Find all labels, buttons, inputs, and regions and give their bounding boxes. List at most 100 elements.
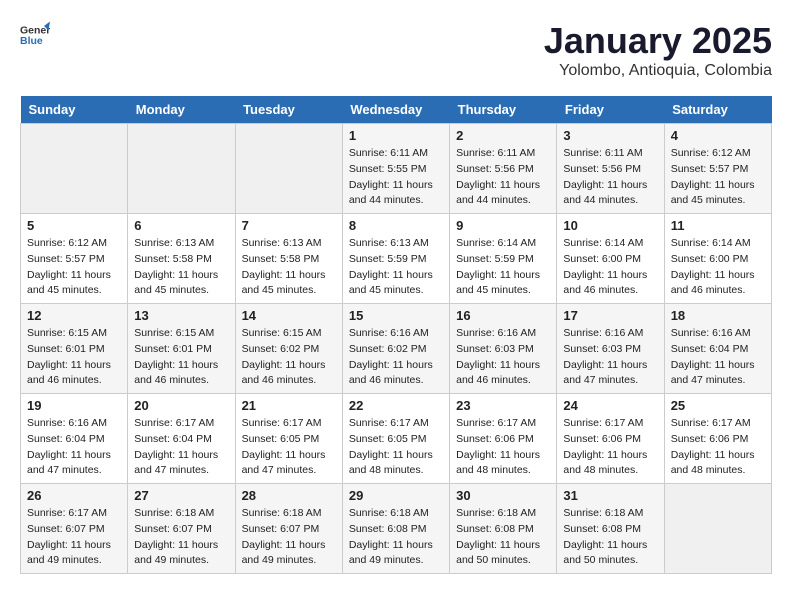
sunrise-text: Sunrise: 6:18 AM [134,507,214,519]
sunrise-text: Sunrise: 6:17 AM [27,507,107,519]
day-number: 28 [242,488,336,503]
day-info: Sunrise: 6:12 AM Sunset: 5:57 PM Dayligh… [27,236,121,299]
day-info: Sunrise: 6:18 AM Sunset: 6:08 PM Dayligh… [563,506,657,569]
daylight-text: Daylight: 11 hours and 48 minutes. [563,449,647,477]
logo-icon: General Blue [20,20,50,50]
table-row [21,124,128,214]
sunrise-text: Sunrise: 6:16 AM [349,327,429,339]
daylight-text: Daylight: 11 hours and 44 minutes. [456,179,540,207]
table-row: 17 Sunrise: 6:16 AM Sunset: 6:03 PM Dayl… [557,304,664,394]
page-header: General Blue January 2025 Yolombo, Antio… [20,20,772,80]
table-row: 12 Sunrise: 6:15 AM Sunset: 6:01 PM Dayl… [21,304,128,394]
sunset-text: Sunset: 5:59 PM [349,253,427,265]
sunrise-text: Sunrise: 6:11 AM [349,147,428,159]
day-number: 27 [134,488,228,503]
table-row: 2 Sunrise: 6:11 AM Sunset: 5:56 PM Dayli… [450,124,557,214]
day-info: Sunrise: 6:14 AM Sunset: 5:59 PM Dayligh… [456,236,550,299]
sunrise-text: Sunrise: 6:16 AM [563,327,643,339]
day-info: Sunrise: 6:17 AM Sunset: 6:06 PM Dayligh… [671,416,765,479]
sunset-text: Sunset: 6:07 PM [27,523,105,535]
header-friday: Friday [557,96,664,124]
daylight-text: Daylight: 11 hours and 49 minutes. [242,539,326,567]
calendar-title: January 2025 [544,20,772,62]
sunset-text: Sunset: 5:57 PM [27,253,105,265]
day-number: 30 [456,488,550,503]
sunrise-text: Sunrise: 6:17 AM [242,417,322,429]
day-number: 26 [27,488,121,503]
header-saturday: Saturday [664,96,771,124]
day-number: 23 [456,398,550,413]
sunset-text: Sunset: 6:03 PM [456,343,534,355]
sunset-text: Sunset: 6:05 PM [242,433,320,445]
day-number: 29 [349,488,443,503]
day-info: Sunrise: 6:17 AM Sunset: 6:07 PM Dayligh… [27,506,121,569]
table-row: 25 Sunrise: 6:17 AM Sunset: 6:06 PM Dayl… [664,394,771,484]
sunrise-text: Sunrise: 6:17 AM [563,417,643,429]
sunrise-text: Sunrise: 6:13 AM [134,237,214,249]
day-number: 4 [671,128,765,143]
header-tuesday: Tuesday [235,96,342,124]
calendar-subtitle: Yolombo, Antioquia, Colombia [544,62,772,80]
day-info: Sunrise: 6:13 AM Sunset: 5:58 PM Dayligh… [242,236,336,299]
sunrise-text: Sunrise: 6:15 AM [242,327,322,339]
sunrise-text: Sunrise: 6:18 AM [456,507,536,519]
day-info: Sunrise: 6:11 AM Sunset: 5:56 PM Dayligh… [563,146,657,209]
sunset-text: Sunset: 5:56 PM [456,163,534,175]
day-number: 13 [134,308,228,323]
day-info: Sunrise: 6:14 AM Sunset: 6:00 PM Dayligh… [671,236,765,299]
day-info: Sunrise: 6:17 AM Sunset: 6:06 PM Dayligh… [456,416,550,479]
daylight-text: Daylight: 11 hours and 46 minutes. [134,359,218,387]
table-row: 29 Sunrise: 6:18 AM Sunset: 6:08 PM Dayl… [342,484,449,574]
sunrise-text: Sunrise: 6:18 AM [563,507,643,519]
table-row: 30 Sunrise: 6:18 AM Sunset: 6:08 PM Dayl… [450,484,557,574]
daylight-text: Daylight: 11 hours and 47 minutes. [242,449,326,477]
sunset-text: Sunset: 6:01 PM [27,343,105,355]
sunrise-text: Sunrise: 6:15 AM [134,327,214,339]
table-row: 15 Sunrise: 6:16 AM Sunset: 6:02 PM Dayl… [342,304,449,394]
day-number: 31 [563,488,657,503]
day-info: Sunrise: 6:13 AM Sunset: 5:59 PM Dayligh… [349,236,443,299]
day-info: Sunrise: 6:18 AM Sunset: 6:08 PM Dayligh… [456,506,550,569]
daylight-text: Daylight: 11 hours and 47 minutes. [671,359,755,387]
daylight-text: Daylight: 11 hours and 47 minutes. [27,449,111,477]
daylight-text: Daylight: 11 hours and 45 minutes. [456,269,540,297]
day-number: 12 [27,308,121,323]
sunset-text: Sunset: 5:55 PM [349,163,427,175]
day-number: 16 [456,308,550,323]
sunrise-text: Sunrise: 6:12 AM [27,237,107,249]
calendar-week-row: 5 Sunrise: 6:12 AM Sunset: 5:57 PM Dayli… [21,214,772,304]
table-row: 1 Sunrise: 6:11 AM Sunset: 5:55 PM Dayli… [342,124,449,214]
daylight-text: Daylight: 11 hours and 48 minutes. [456,449,540,477]
day-number: 11 [671,218,765,233]
sunset-text: Sunset: 6:07 PM [134,523,212,535]
calendar-week-row: 19 Sunrise: 6:16 AM Sunset: 6:04 PM Dayl… [21,394,772,484]
daylight-text: Daylight: 11 hours and 45 minutes. [242,269,326,297]
day-info: Sunrise: 6:18 AM Sunset: 6:07 PM Dayligh… [134,506,228,569]
sunrise-text: Sunrise: 6:14 AM [671,237,751,249]
daylight-text: Daylight: 11 hours and 47 minutes. [134,449,218,477]
sunset-text: Sunset: 6:06 PM [671,433,749,445]
table-row: 13 Sunrise: 6:15 AM Sunset: 6:01 PM Dayl… [128,304,235,394]
table-row: 6 Sunrise: 6:13 AM Sunset: 5:58 PM Dayli… [128,214,235,304]
sunrise-text: Sunrise: 6:17 AM [456,417,536,429]
daylight-text: Daylight: 11 hours and 46 minutes. [242,359,326,387]
daylight-text: Daylight: 11 hours and 45 minutes. [349,269,433,297]
sunset-text: Sunset: 5:59 PM [456,253,534,265]
sunrise-text: Sunrise: 6:17 AM [671,417,751,429]
sunset-text: Sunset: 6:00 PM [563,253,641,265]
day-info: Sunrise: 6:15 AM Sunset: 6:01 PM Dayligh… [27,326,121,389]
table-row: 23 Sunrise: 6:17 AM Sunset: 6:06 PM Dayl… [450,394,557,484]
calendar-week-row: 12 Sunrise: 6:15 AM Sunset: 6:01 PM Dayl… [21,304,772,394]
daylight-text: Daylight: 11 hours and 49 minutes. [134,539,218,567]
table-row: 27 Sunrise: 6:18 AM Sunset: 6:07 PM Dayl… [128,484,235,574]
day-number: 22 [349,398,443,413]
day-number: 8 [349,218,443,233]
daylight-text: Daylight: 11 hours and 49 minutes. [349,539,433,567]
sunrise-text: Sunrise: 6:13 AM [349,237,429,249]
svg-text:Blue: Blue [20,35,43,47]
day-number: 21 [242,398,336,413]
table-row [235,124,342,214]
daylight-text: Daylight: 11 hours and 46 minutes. [563,269,647,297]
title-section: January 2025 Yolombo, Antioquia, Colombi… [544,20,772,80]
sunrise-text: Sunrise: 6:16 AM [671,327,751,339]
